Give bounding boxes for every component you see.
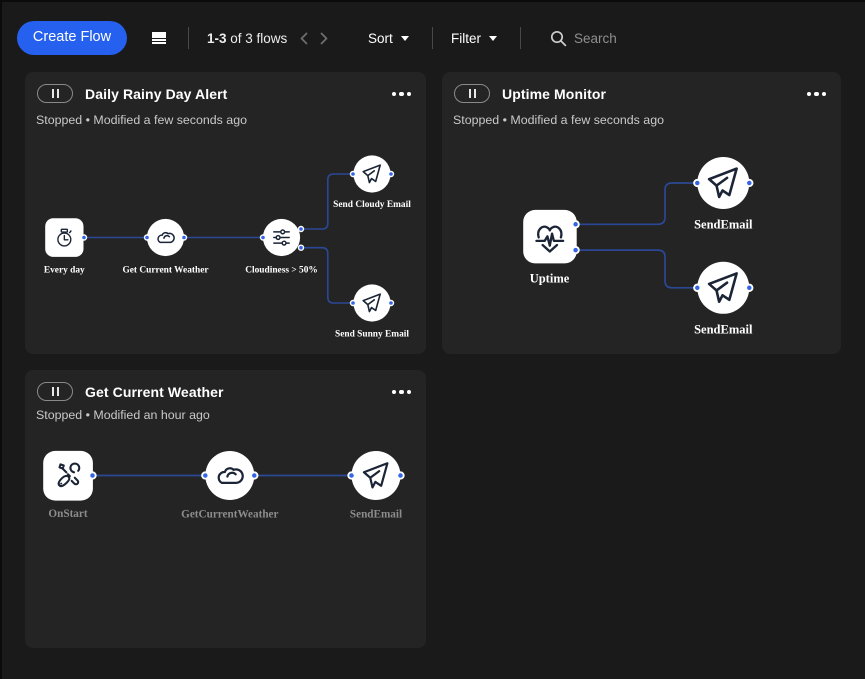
svg-text:Every day: Every day [44,266,85,276]
svg-text:Get Current Weather: Get Current Weather [122,266,208,276]
svg-text:Cloudiness > 50%: Cloudiness > 50% [245,266,318,276]
svg-text:SendEmail: SendEmail [350,508,402,520]
svg-text:Send Sunny Email: Send Sunny Email [335,330,409,340]
svg-text:Send Cloudy Email: Send Cloudy Email [333,200,411,210]
svg-text:SendEmail: SendEmail [694,323,753,337]
svg-text:GetCurrentWeather: GetCurrentWeather [181,508,278,520]
svg-text:OnStart: OnStart [48,508,87,520]
svg-text:Uptime: Uptime [530,272,570,286]
svg-text:SendEmail: SendEmail [694,218,753,232]
